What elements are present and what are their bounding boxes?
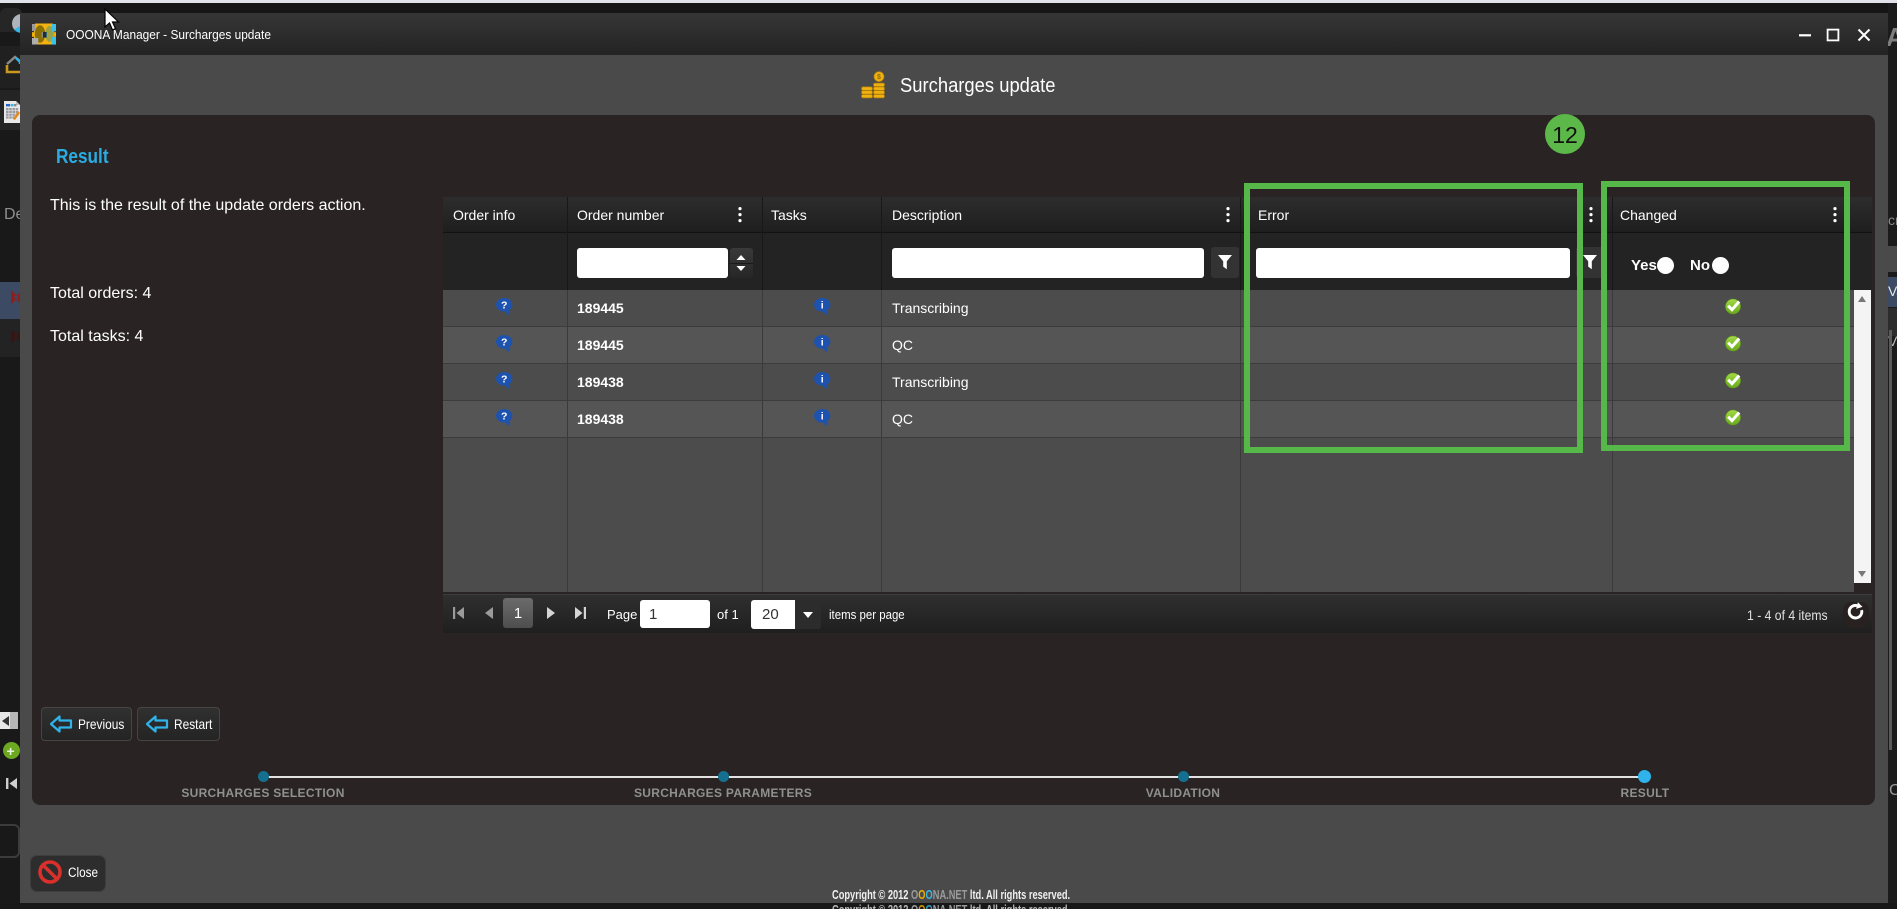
svg-text:i: i	[821, 300, 824, 312]
svg-text:i: i	[821, 337, 824, 349]
svg-text:?: ?	[501, 300, 507, 312]
svg-text:$: $	[877, 74, 881, 81]
svg-text:i: i	[821, 374, 824, 386]
svg-text:i: i	[821, 411, 824, 423]
svg-text:?: ?	[501, 411, 507, 423]
svg-text:?: ?	[501, 374, 507, 386]
svg-text:?: ?	[501, 337, 507, 349]
